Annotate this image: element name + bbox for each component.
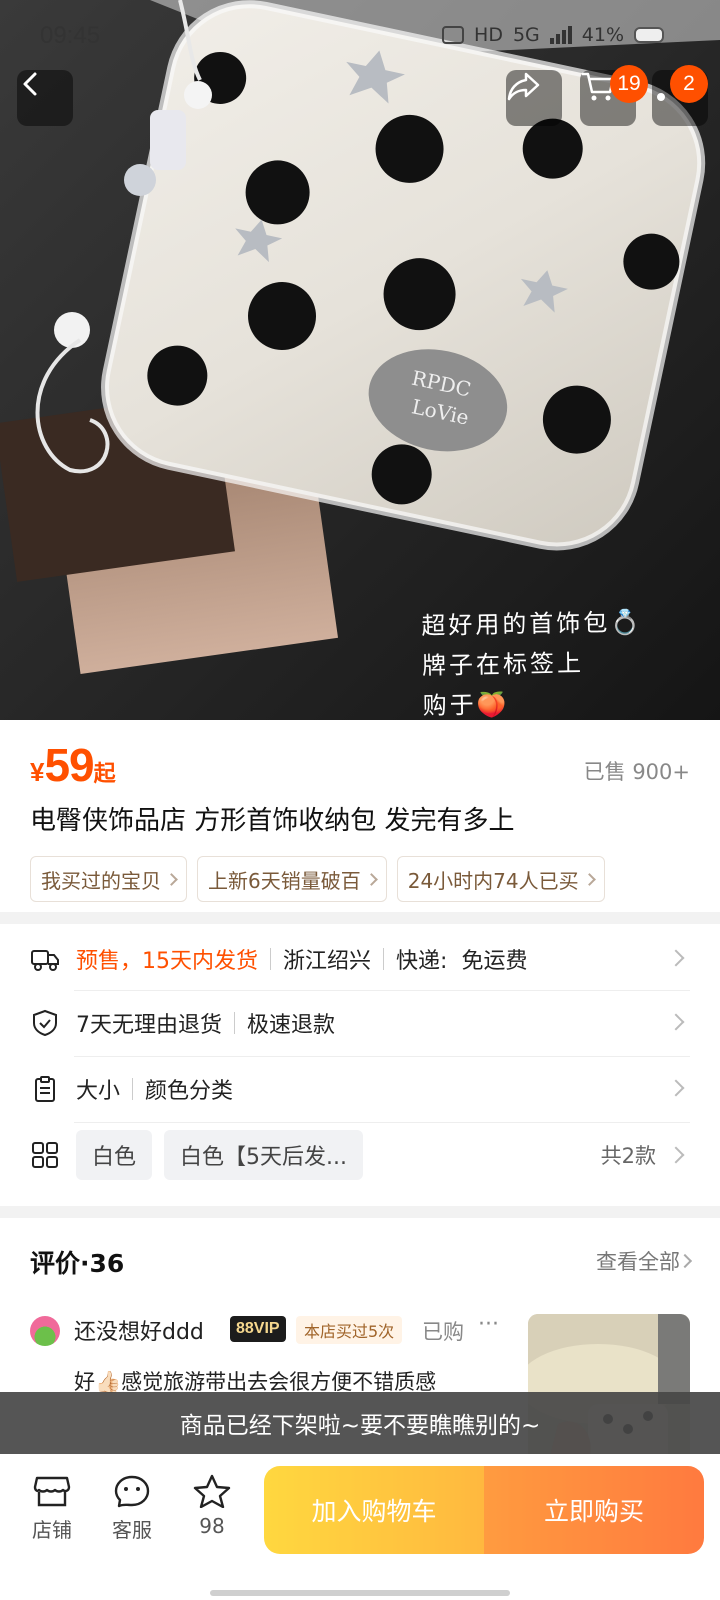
divider: [383, 948, 385, 970]
status-bar: 09:45 HD 5G 41%: [0, 0, 720, 70]
price-suffix: 起: [93, 761, 116, 786]
chevron-right-icon: [667, 1079, 685, 1097]
shield-check-icon: [33, 1009, 57, 1037]
handwritten-note: 超好用的首饰包💍 牌子在标签上 购于🍑: [421, 602, 645, 720]
bottom-action-bar: 店铺 客服 98 加入购物车 立即购买: [0, 1454, 720, 1600]
chevron-right-icon: [582, 872, 596, 886]
network-label: HD: [474, 24, 503, 46]
customer-service-button[interactable]: 客服: [102, 1474, 162, 1543]
more-button[interactable]: 2: [652, 65, 708, 126]
spec-size: 大小: [76, 1079, 121, 1104]
refund-policy: 极速退款: [247, 1013, 336, 1038]
note-line: 牌子在标签上: [421, 649, 585, 680]
chevron-right-icon: [165, 872, 178, 886]
service-card: 预售，15天内发货 浙江绍兴 快递: 免运费 7天无理由退货 极速退款 大小 颜…: [0, 924, 720, 1206]
chevron-left-icon: [23, 72, 37, 96]
battery-percent: 41%: [581, 24, 624, 46]
review-more-button[interactable]: ···: [478, 1312, 499, 1337]
store-icon: [33, 1476, 71, 1507]
favorite-count: 98: [199, 1514, 225, 1538]
message-count-badge: 2: [670, 65, 708, 103]
reviewer-name: 还没想好ddd: [74, 1320, 204, 1345]
truck-icon: [31, 950, 59, 971]
price-value: 59: [44, 739, 94, 791]
shipping-fee: 免运费: [461, 949, 528, 974]
chevron-right-icon: [364, 872, 378, 886]
chevron-right-icon: [677, 1253, 693, 1269]
tag-label: 24小时内74人已买: [407, 868, 579, 893]
repeat-buyer-badge: 本店买过5次: [296, 1316, 403, 1344]
options-row[interactable]: 白色 白色【5天后发... 共2款: [30, 1128, 690, 1182]
product-tags: 我买过的宝贝 上新6天销量破百 24小时内74人已买: [30, 856, 605, 902]
chevron-right-icon: [667, 1013, 685, 1031]
avatar[interactable]: [30, 1316, 60, 1346]
clipboard-icon: [35, 1076, 55, 1102]
guarantee-row[interactable]: 7天无理由退货 极速退款: [30, 990, 690, 1056]
divider: [74, 1122, 690, 1123]
options-count: 共2款: [600, 1144, 656, 1168]
product-info-card: ¥59起 已售 900+ 电臀侠饰品店 方形首饰收纳包 发完有多上 我买过的宝贝…: [0, 720, 720, 912]
spec-row[interactable]: 大小 颜色分类: [30, 1056, 690, 1122]
cart-count-badge: 19: [610, 65, 648, 103]
shop-button[interactable]: 店铺: [22, 1474, 82, 1543]
signal-icon: [549, 26, 572, 44]
price: ¥59起: [30, 738, 116, 792]
tag-label: 我买过的宝贝: [41, 868, 161, 893]
favorite-button[interactable]: 98: [182, 1474, 242, 1538]
status-time: 09:45: [40, 22, 101, 49]
note-line: 购于🍑: [422, 690, 510, 720]
ship-origin: 浙江绍兴: [283, 949, 372, 974]
tag-new-bestseller[interactable]: 上新6天销量破百: [197, 856, 387, 902]
tag-label: 上新6天销量破百: [208, 868, 361, 893]
view-all-reviews[interactable]: 查看全部: [596, 1246, 680, 1276]
chat-face-icon: [114, 1475, 150, 1508]
return-policy: 7天无理由退货: [76, 1013, 222, 1038]
option-white-presale[interactable]: 白色【5天后发...: [164, 1130, 363, 1180]
tag-recent-buyers[interactable]: 24小时内74人已买: [396, 856, 605, 902]
note-line: 超好用的首饰包💍: [421, 608, 644, 640]
sold-count: 已售 900+: [583, 760, 690, 784]
price-currency: ¥: [30, 757, 45, 787]
divider: [270, 948, 271, 970]
presale-label: 预售，15天内发货: [76, 949, 258, 974]
share-button[interactable]: [506, 70, 562, 126]
add-to-cart-button[interactable]: 加入购物车: [264, 1466, 484, 1554]
chevron-right-icon: [667, 1146, 685, 1164]
spec-color: 颜色分类: [145, 1079, 234, 1104]
option-white[interactable]: 白色: [76, 1130, 153, 1180]
purchase-status: 已购: [422, 1320, 464, 1344]
shop-label: 店铺: [32, 1518, 72, 1542]
buy-now-button[interactable]: 立即购买: [484, 1466, 704, 1554]
delisted-toast: 商品已经下架啦~要不要瞧瞧别的~: [0, 1392, 720, 1454]
vip-badge: 88VIP: [230, 1316, 286, 1342]
star-icon: [193, 1474, 231, 1508]
reviews-title: 评价·36: [30, 1249, 125, 1278]
product-title[interactable]: 电臀侠饰品店 方形首饰收纳包 发完有多上: [30, 800, 515, 837]
shipping-row[interactable]: 预售，15天内发货 浙江绍兴 快递: 免运费: [30, 926, 690, 992]
chevron-right-icon: [667, 949, 685, 967]
battery-icon: [634, 27, 664, 43]
status-icons: HD 5G 41%: [442, 24, 664, 46]
back-button[interactable]: [17, 70, 73, 126]
service-label: 客服: [112, 1518, 152, 1542]
tag-purchased-before[interactable]: 我买过的宝贝: [30, 856, 187, 902]
product-image[interactable]: RPDC LoVie 09:45 HD 5G 41% 19 2 超好用的首饰包💍…: [0, 0, 720, 720]
divider: [132, 1078, 134, 1100]
hd-icon: [442, 26, 465, 44]
more-dots-icon: [657, 93, 665, 101]
cart-button[interactable]: 19: [580, 65, 648, 126]
share-icon: [507, 72, 540, 101]
home-indicator[interactable]: [210, 1590, 510, 1596]
signal-type-label: 5G: [512, 24, 540, 46]
grid-icon: [32, 1142, 58, 1168]
divider: [234, 1012, 235, 1034]
express-label: 快递:: [396, 949, 448, 974]
